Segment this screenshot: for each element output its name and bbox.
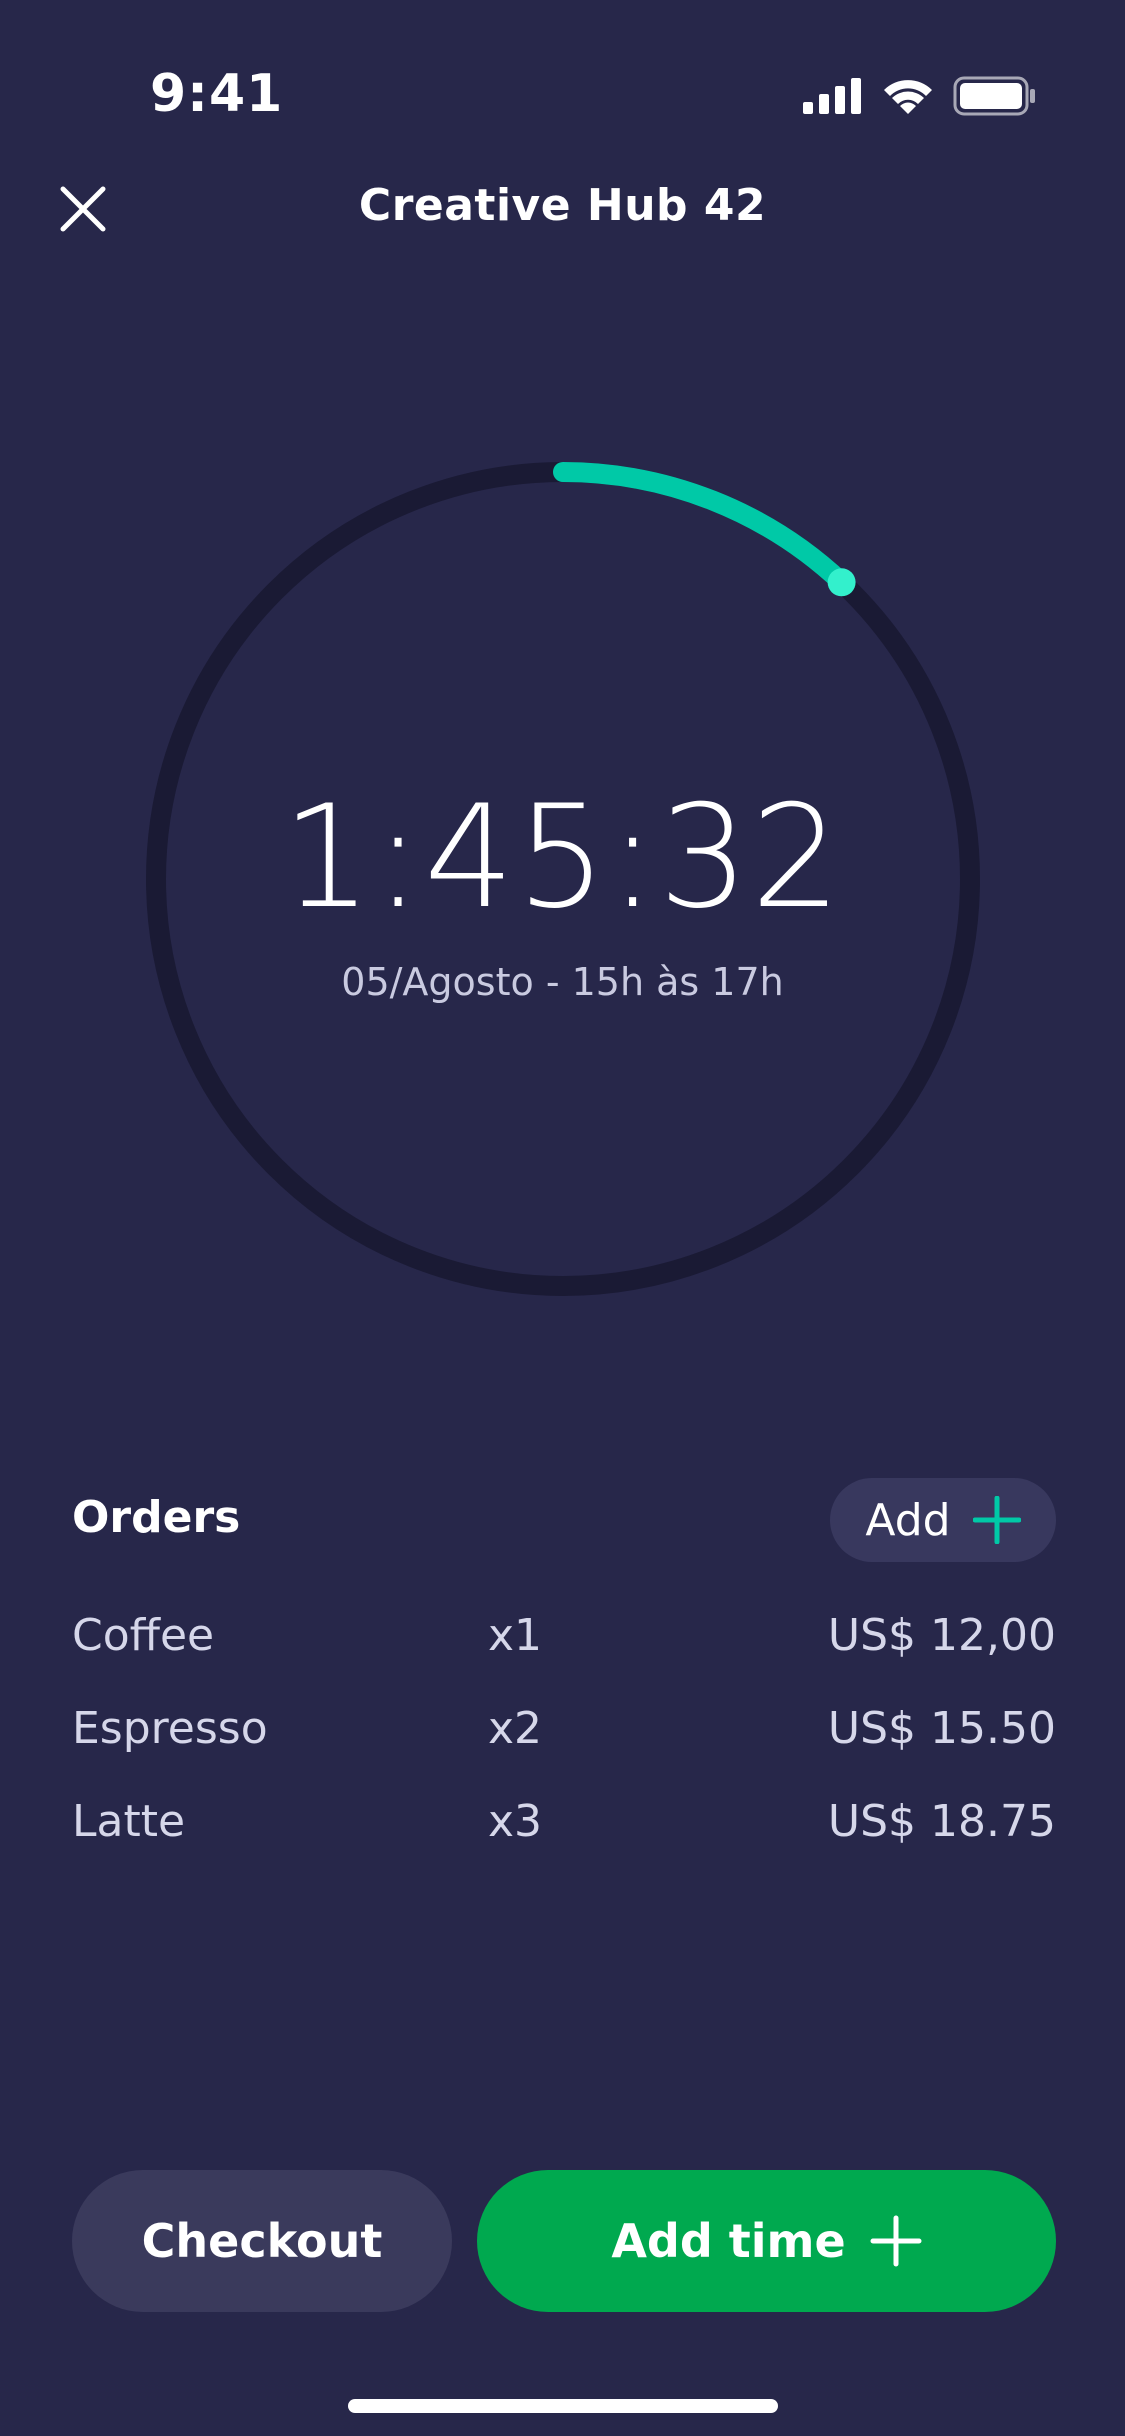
orders-title: Orders (72, 1492, 241, 1543)
order-qty: x1 (487, 1610, 542, 1661)
order-price: US$ 12,00 (827, 1610, 1056, 1661)
add-time-label: Add time (611, 2214, 846, 2268)
order-price: US$ 18.75 (827, 1796, 1056, 1847)
checkout-button[interactable]: Checkout (72, 2170, 452, 2312)
add-time-button[interactable]: Add time (477, 2170, 1056, 2312)
order-row-latte: Latte x3 US$ 18.75 (72, 1796, 1056, 1889)
timer-schedule: 05/Agosto - 15h às 17h (341, 960, 784, 1004)
battery-icon (953, 76, 1035, 116)
timer-progress-arc (553, 462, 852, 593)
header: Creative Hub 42 (0, 160, 1125, 250)
page-title: Creative Hub 42 (358, 180, 767, 231)
status-icons (803, 76, 1037, 116)
add-order-label: Add (865, 1494, 951, 1546)
home-indicator (348, 2399, 778, 2413)
order-qty: x2 (487, 1703, 542, 1754)
plus-icon (870, 2215, 922, 2267)
status-time: 9:41 (150, 64, 284, 124)
timer-elapsed: 1:45:32 (281, 775, 844, 940)
order-row-coffee: Coffee x1 US$ 12,00 (72, 1610, 1056, 1703)
order-name: Espresso (72, 1703, 268, 1754)
order-name: Latte (72, 1796, 186, 1847)
plus-icon (972, 1496, 1021, 1544)
order-price: US$ 15.50 (827, 1703, 1056, 1754)
status-bar: 9:41 (0, 0, 1125, 140)
checkout-label: Checkout (141, 2214, 383, 2268)
order-qty: x3 (487, 1796, 542, 1847)
timer-progress-knob (827, 568, 856, 597)
order-name: Coffee (72, 1610, 215, 1661)
orders-list: Coffee x1 US$ 12,00 Espresso x2 US$ 15.5… (72, 1610, 1056, 1889)
wifi-icon (884, 80, 932, 114)
cellular-signal-icon (803, 78, 861, 114)
add-order-button[interactable]: Add (830, 1478, 1056, 1562)
order-row-espresso: Espresso x2 US$ 15.50 (72, 1703, 1056, 1796)
